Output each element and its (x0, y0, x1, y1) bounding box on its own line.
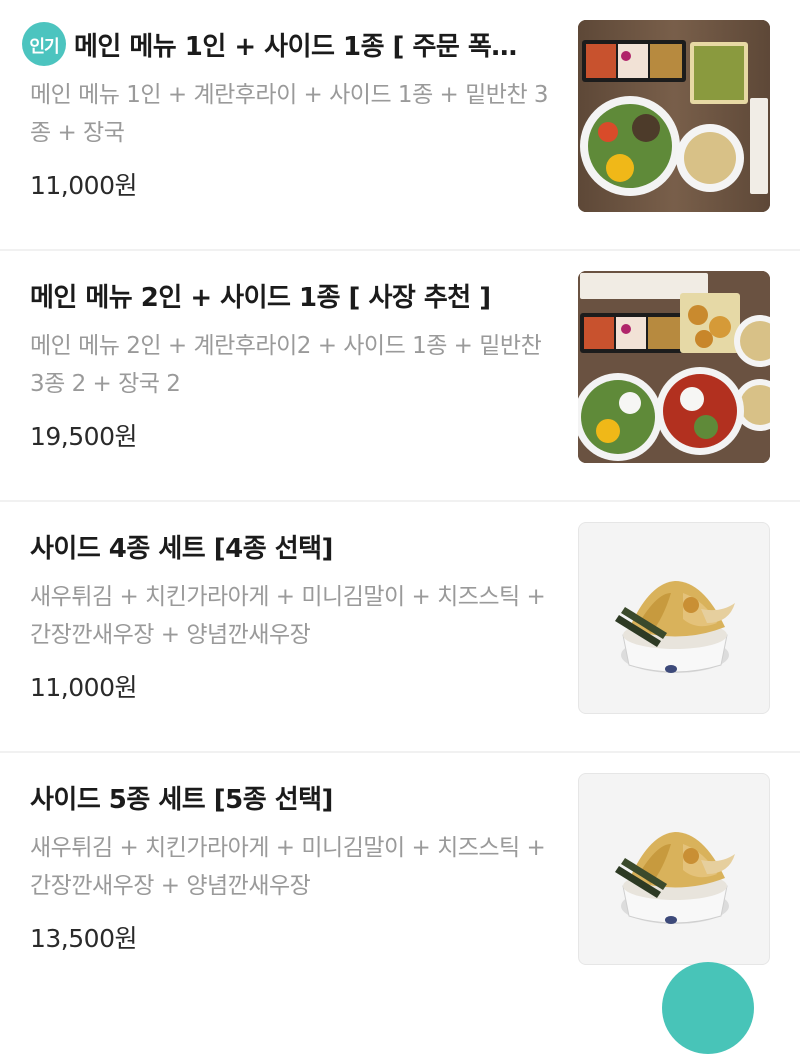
menu-item-price: 19,500원 (30, 422, 137, 451)
menu-item-photo[interactable] (578, 20, 770, 212)
fried-side-set-photo (615, 832, 735, 924)
menu-item-photo[interactable] (578, 773, 770, 965)
menu-item[interactable]: 인기 메인 메뉴 1인 + 사이드 1종 [ 주문 폭… 메인 메뉴 1인 + … (0, 0, 800, 251)
popular-badge: 인기 (22, 22, 66, 66)
menu-item[interactable]: 사이드 5종 세트 [5종 선택] 새우튀김 + 치킨가라아게 + 미니김말이 … (0, 753, 800, 1004)
menu-item-description: 메인 메뉴 1인 + 계란후라이 + 사이드 1종 + 밑반찬 3종 + 장국 (30, 82, 549, 146)
menu-item-title: 사이드 5종 세트 [5종 선택] (30, 784, 333, 815)
fried-side-set-photo (615, 581, 735, 673)
menu-item-description: 새우튀김 + 치킨가라아게 + 미니김말이 + 치즈스틱 + 간장깐새우장 + … (30, 835, 546, 899)
menu-item-photo[interactable] (578, 271, 770, 463)
menu-item-description: 메인 메뉴 2인 + 계란후라이2 + 사이드 1종 + 밑반찬 3종 2 + … (30, 333, 542, 397)
menu-item-title: 메인 메뉴 2인 + 사이드 1종 [ 사장 추천 ] (30, 282, 491, 313)
bibimbap-set-photo (578, 20, 770, 212)
menu-item-text: 인기 메인 메뉴 1인 + 사이드 1종 [ 주문 폭… 메인 메뉴 1인 + … (22, 22, 560, 202)
menu-item[interactable]: 메인 메뉴 2인 + 사이드 1종 [ 사장 추천 ] 메인 메뉴 2인 + 계… (0, 251, 800, 502)
menu-item-title: 메인 메뉴 1인 + 사이드 1종 [ 주문 폭… (74, 31, 517, 62)
menu-item-price: 11,000원 (30, 171, 137, 200)
menu-item-price: 11,000원 (30, 673, 137, 702)
menu-item[interactable]: 사이드 4종 세트 [4종 선택] 새우튀김 + 치킨가라아게 + 미니김말이 … (0, 502, 800, 753)
menu-item-text: 메인 메뉴 2인 + 사이드 1종 [ 사장 추천 ] 메인 메뉴 2인 + 계… (30, 273, 560, 453)
menu-item-text: 사이드 4종 세트 [4종 선택] 새우튀김 + 치킨가라아게 + 미니김말이 … (30, 524, 560, 704)
menu-item-price: 13,500원 (30, 924, 137, 953)
menu-item-text: 사이드 5종 세트 [5종 선택] 새우튀김 + 치킨가라아게 + 미니김말이 … (30, 775, 560, 955)
menu-item-title-row: 사이드 5종 세트 [5종 선택] (30, 775, 560, 819)
menu-item-photo[interactable] (578, 522, 770, 714)
floating-action-button[interactable] (662, 962, 754, 1054)
menu-item-title-row: 인기 메인 메뉴 1인 + 사이드 1종 [ 주문 폭… (22, 22, 560, 66)
menu-item-title: 사이드 4종 세트 [4종 선택] (30, 533, 333, 564)
menu-item-title-row: 메인 메뉴 2인 + 사이드 1종 [ 사장 추천 ] (30, 273, 560, 317)
bibimbap-double-set-photo (578, 271, 770, 463)
menu-list: 인기 메인 메뉴 1인 + 사이드 1종 [ 주문 폭… 메인 메뉴 1인 + … (0, 0, 800, 1004)
menu-item-description: 새우튀김 + 치킨가라아게 + 미니김말이 + 치즈스틱 + 간장깐새우장 + … (30, 584, 546, 648)
menu-item-title-row: 사이드 4종 세트 [4종 선택] (30, 524, 560, 568)
